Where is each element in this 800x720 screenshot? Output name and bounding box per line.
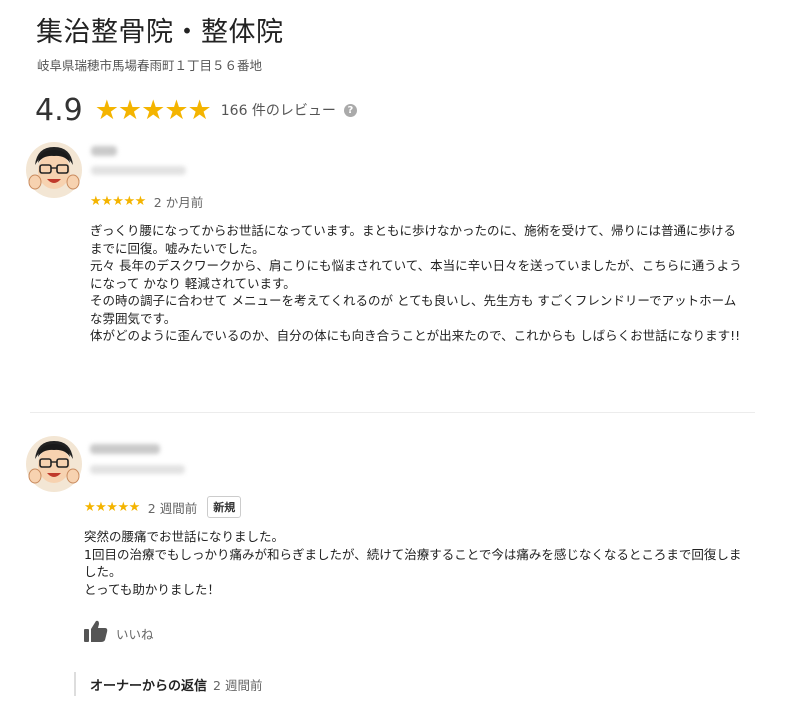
reviewer-avatar[interactable] [25, 141, 83, 199]
review-divider [30, 412, 755, 413]
rating-summary: 4.9 ★★★★★ 166 件のレビュー ? [35, 92, 357, 128]
review-paragraph: その時の調子に合わせて メニューを考えてくれるのが とても良いし、先生方も すご… [90, 293, 737, 326]
owner-reply-date: 2 週間前 [213, 677, 263, 693]
review-date: 2 週間前 [147, 500, 198, 516]
review-date: 2 か月前 [153, 195, 204, 210]
review-meta: ★★★★★ 2 か月前 [90, 192, 203, 211]
review-paragraph: ぎっくり腰になってからお世話になっています。まともに歩けなかったのに、施術を受け… [90, 223, 737, 256]
owner-reply-title: オーナーからの返信 [90, 678, 208, 694]
new-badge: 新規 [207, 496, 242, 518]
review-paragraph: 突然の腰痛でお世話になりました。 [84, 529, 285, 544]
reviewer-meta-redacted [91, 166, 186, 175]
review-stars: ★★★★★ [90, 194, 146, 209]
reviewer-meta-redacted [90, 465, 185, 474]
review-text: 突然の腰痛でお世話になりました。 1回目の治療でもしっかり痛みが和らぎましたが、… [84, 528, 749, 598]
owner-reply[interactable]: オーナーからの返信 2 週間前 [74, 672, 262, 696]
business-address: 岐阜県瑞穂市馬場春雨町１丁目５６番地 [37, 58, 263, 73]
reviewer-name-redacted[interactable] [90, 444, 160, 454]
rating-stars: ★★★★★ [94, 94, 212, 126]
review-paragraph: とっても助かりました！ [84, 581, 220, 597]
help-icon[interactable]: ? [343, 103, 357, 117]
review-count-link[interactable]: 166 件のレビュー [221, 100, 336, 120]
review-paragraph: 元々 長年のデスクワークから、肩こりにも悩まされていて、本当に辛い日々を送ってい… [90, 258, 742, 291]
business-name: 集治整骨院・整体院 [36, 17, 284, 48]
review-meta: ★★★★★ 2 週間前 新規 [84, 496, 242, 518]
review-text: ぎっくり腰になってからお世話になっています。まともに歩けなかったのに、施術を受け… [90, 222, 745, 345]
reviewer-avatar[interactable] [25, 435, 83, 493]
thumbs-up-icon [84, 620, 108, 646]
like-label: いいね [116, 626, 154, 642]
rating-score: 4.9 [35, 92, 83, 128]
review-paragraph: 1回目の治療でもしっかり痛みが和らぎましたが、続けて治療することで今は痛みを感じ… [84, 546, 742, 580]
reviewer-name-redacted[interactable] [91, 146, 117, 156]
review-stars: ★★★★★ [84, 499, 140, 515]
review-paragraph: 体がどのように歪んでいるのか、自分の体にも向き合うことが出来たので、これからも … [90, 328, 741, 343]
like-button[interactable]: いいね [84, 620, 154, 646]
